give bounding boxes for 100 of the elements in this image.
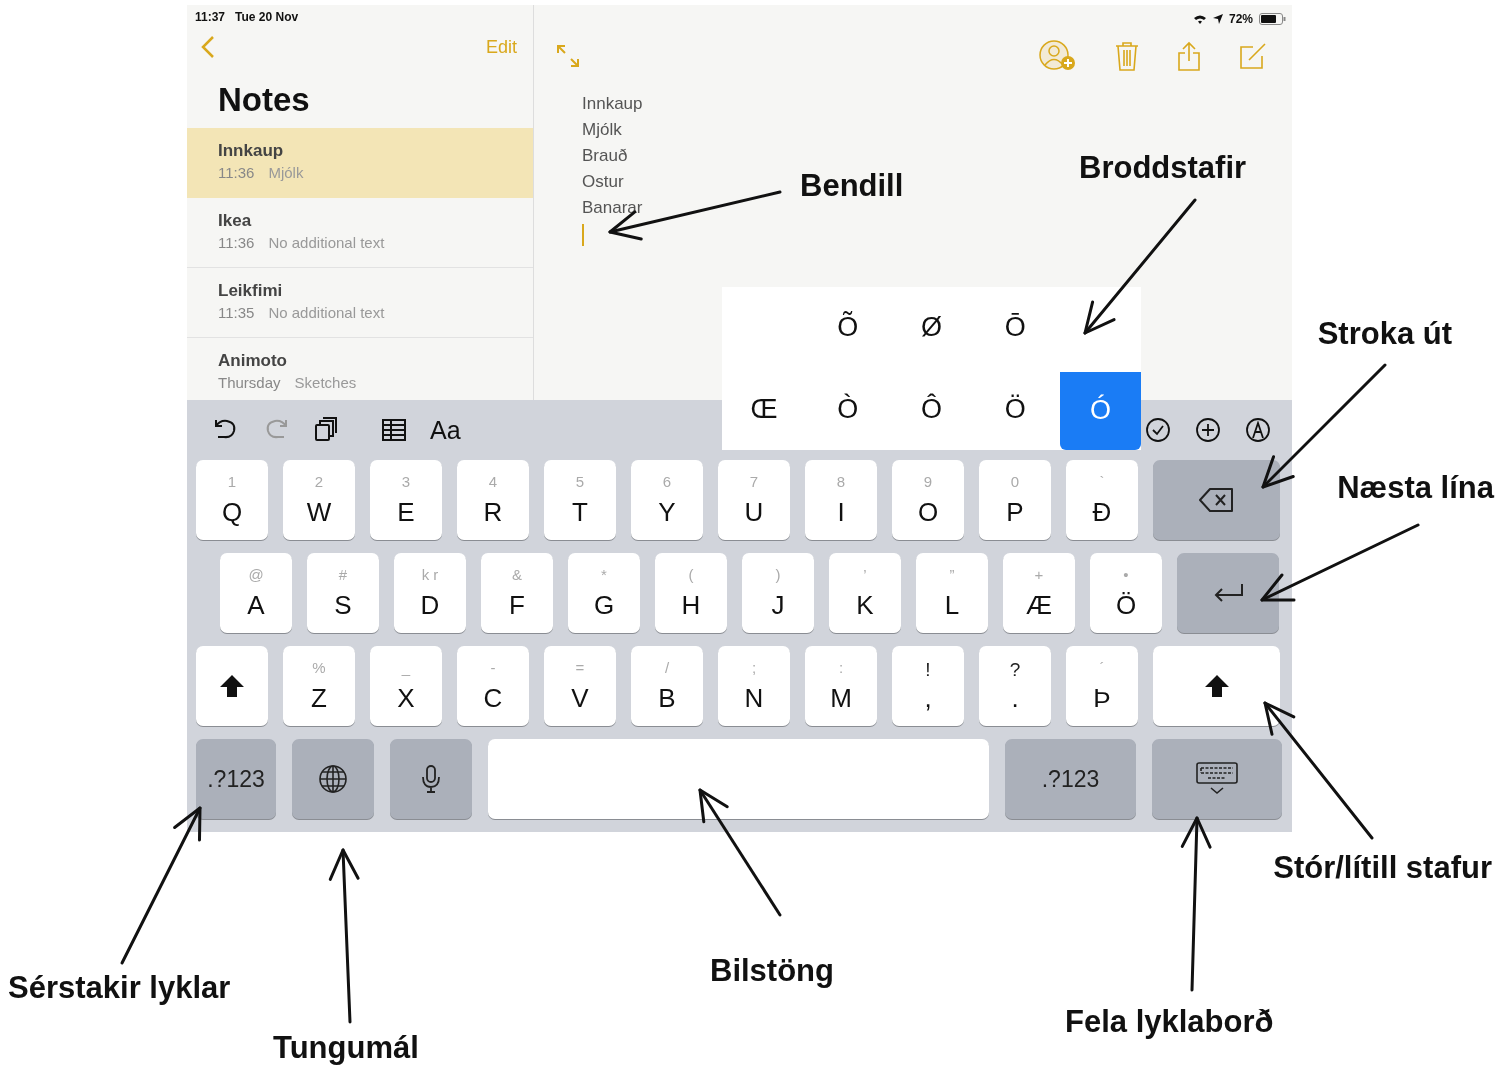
letter-key[interactable]: 5 T [544, 460, 616, 540]
annotation-label: Næsta lína [1337, 470, 1494, 506]
numbers-key[interactable]: .?123 [196, 739, 276, 819]
letter-key[interactable]: - C [457, 646, 529, 726]
letter-key[interactable]: 7 U [718, 460, 790, 540]
note-title: Leikfimi [218, 281, 284, 301]
delete-key[interactable] [1153, 460, 1280, 540]
note-time: 11:36 [218, 164, 255, 181]
note-title: Ikea [218, 211, 253, 231]
note-text-line: Mjólk [582, 120, 622, 141]
plus-circle-icon[interactable] [1194, 416, 1222, 444]
accent-character-option[interactable]: Œ [722, 368, 806, 450]
note-time: 11:36 [218, 234, 255, 251]
letter-key[interactable]: ’ K [829, 553, 901, 633]
letter-key[interactable]: % Z [283, 646, 355, 726]
punctuation-key[interactable]: ! , [892, 646, 964, 726]
letter-key[interactable]: / B [631, 646, 703, 726]
shift-arrow-icon [219, 674, 245, 698]
letter-key[interactable]: + Æ [1003, 553, 1075, 633]
delete-icon [1198, 487, 1235, 513]
letter-key[interactable]: • Ö [1090, 553, 1162, 633]
note-preview: Sketches [294, 374, 357, 391]
letter-key[interactable]: ( H [655, 553, 727, 633]
wifi-icon [1192, 14, 1207, 24]
note-time: 11:35 [218, 304, 255, 321]
letter-key[interactable]: ; N [718, 646, 790, 726]
language-key[interactable] [292, 739, 374, 819]
letter-key[interactable]: : M [805, 646, 877, 726]
letter-key[interactable]: 0 P [979, 460, 1051, 540]
microphone-icon [422, 765, 440, 793]
return-icon [1212, 582, 1244, 604]
pen-circle-icon[interactable] [1244, 416, 1272, 444]
letter-key[interactable]: ` Ð [1066, 460, 1138, 540]
shift-arrow-icon [1203, 674, 1230, 698]
letter-key[interactable]: 8 I [805, 460, 877, 540]
dictation-key[interactable] [390, 739, 472, 819]
annotation-label: Sérstakir lyklar [8, 970, 231, 1006]
globe-icon [318, 764, 348, 794]
keyboard-hide-icon [1196, 762, 1238, 796]
annotation-label: Broddstafir [1079, 150, 1247, 186]
accent-character-option[interactable]: Ò [805, 368, 890, 450]
hide-keyboard-key[interactable] [1152, 739, 1282, 819]
battery-percentage: 72% [1228, 12, 1253, 26]
letter-key[interactable]: 3 E [370, 460, 442, 540]
note-time: Thursday [218, 374, 281, 391]
letter-key[interactable]: # S [307, 553, 379, 633]
accent-character-option[interactable]: Ó [1060, 371, 1141, 450]
note-text-line: Brauð [582, 146, 628, 167]
note-text-line: Innkaup [582, 94, 643, 115]
accent-character-option[interactable]: Ō [973, 287, 1058, 369]
accent-character-option[interactable]: Õ [805, 287, 890, 369]
shift-key[interactable] [1153, 646, 1280, 726]
copy-icon[interactable] [312, 416, 340, 444]
letter-key[interactable]: _ X [370, 646, 442, 726]
status-date: Tue 20 Nov [235, 10, 299, 26]
numbers-key[interactable]: .?123 [1005, 739, 1136, 819]
note-list-item[interactable]: Animoto Thursday Sketches [187, 338, 533, 396]
note-text-line: Ostur [582, 172, 624, 193]
letter-key[interactable]: 2 W [283, 460, 355, 540]
annotation-label: Fela lyklaborð [1065, 1004, 1274, 1040]
format-button[interactable]: Aa [430, 415, 461, 445]
battery-icon [1259, 13, 1286, 25]
table-icon[interactable] [380, 416, 408, 444]
punctuation-key[interactable]: ? . [979, 646, 1051, 726]
letter-key[interactable]: 4 R [457, 460, 529, 540]
note-title: Animoto [218, 351, 288, 371]
accent-character-option[interactable]: Ö [973, 368, 1058, 450]
annotation-label: Tungumál [273, 1030, 419, 1066]
return-key[interactable] [1177, 553, 1279, 633]
letter-key[interactable]: 1 Q [196, 460, 268, 540]
letter-key[interactable]: ) J [742, 553, 814, 633]
letter-key[interactable]: 9 O [892, 460, 964, 540]
annotation-label: Stroka út [1317, 316, 1452, 352]
status-time: 11:37 [195, 10, 226, 26]
note-list-item[interactable]: Innkaup 11:36 Mjólk [187, 128, 533, 198]
notes-title: Notes [217, 80, 311, 120]
note-preview: Mjólk [268, 164, 304, 181]
note-text-line: Banarar [582, 198, 643, 219]
checkmark-circle-icon[interactable] [1144, 416, 1172, 444]
note-title: Innkaup [218, 141, 285, 161]
note-preview: No additional text [268, 234, 385, 251]
shift-key[interactable] [196, 646, 268, 726]
letter-key[interactable]: k r D [394, 553, 466, 633]
text-cursor [582, 224, 584, 246]
note-list-item[interactable]: Ikea 11:36 No additional text [187, 198, 533, 268]
annotation-label: Bendill [800, 168, 904, 204]
letter-key[interactable]: @ A [220, 553, 292, 633]
letter-key[interactable]: ´ Þ [1066, 646, 1138, 726]
note-preview: No additional text [268, 304, 385, 321]
annotation-label: Bilstöng [710, 953, 834, 989]
letter-key[interactable]: ” L [916, 553, 988, 633]
accent-character-option[interactable]: Ø [889, 287, 974, 369]
letter-key[interactable]: * G [568, 553, 640, 633]
letter-key[interactable]: 6 Y [631, 460, 703, 540]
letter-key[interactable]: & F [481, 553, 553, 633]
location-arrow-icon [1212, 14, 1223, 24]
annotation-label: Stór/lítill stafur [1273, 850, 1492, 886]
letter-key[interactable]: = V [544, 646, 616, 726]
note-list-item[interactable]: Leikfimi 11:35 No additional text [187, 268, 533, 338]
accent-character-option[interactable]: Ô [889, 368, 974, 450]
